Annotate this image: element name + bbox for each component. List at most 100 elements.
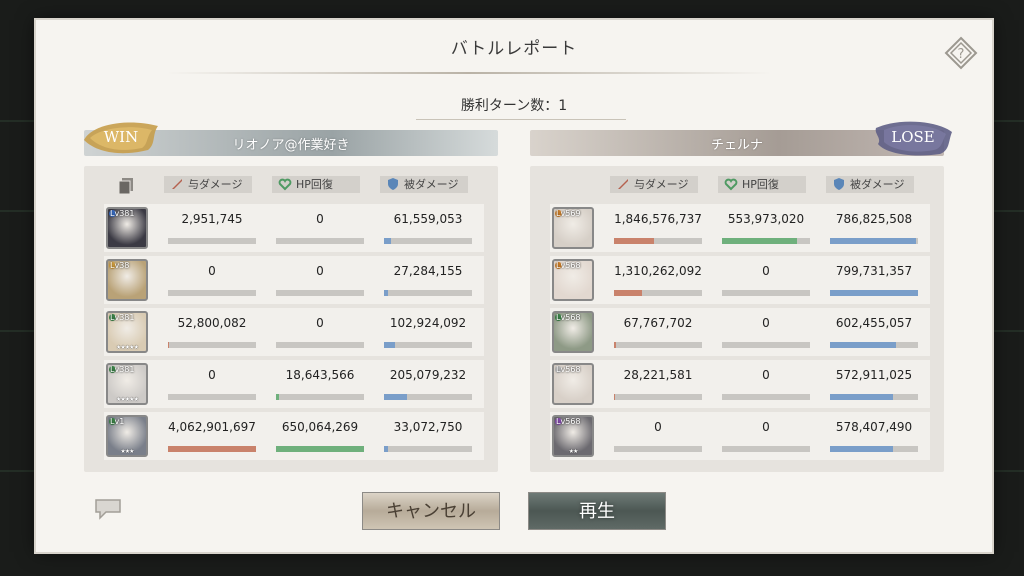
damage-dealt-value: 52,800,082 (177, 316, 247, 330)
unit-level: Lv381 (110, 209, 135, 218)
unit-portrait[interactable]: Lv569 (552, 207, 594, 249)
unit-row: Lv1 ★★★ 4,062,901,697 650,064,269 33,072,750 (104, 412, 484, 460)
damage-taken-header: 被ダメージ (826, 176, 914, 193)
unit-row: Lv568 ★★ 0 0 578,407,490 (550, 412, 930, 460)
unit-portrait[interactable]: Lv568 ★★ (552, 415, 594, 457)
chat-icon[interactable] (94, 498, 122, 520)
damage-taken-value: 33,072,750 (393, 420, 463, 434)
damage-dealt-label: 与ダメージ (188, 178, 243, 191)
battle-report-dialog: バトルレポート ? 勝利ターン数：1 リオノア@作業好き WIN 与ダメージ H… (36, 20, 992, 552)
unit-level: Lv568 (556, 365, 581, 374)
hp-recovery-label: HP回復 (742, 178, 779, 191)
damage-dealt-value: 67,767,702 (623, 316, 693, 330)
damage-taken-bar (830, 238, 918, 244)
damage-dealt-bar (168, 238, 256, 244)
unit-row: Lv381 ★★★★★ 0 18,643,566 205,079,232 (104, 360, 484, 408)
unit-level: Lv381 (110, 365, 135, 374)
unit-level: Lv381 (110, 313, 135, 322)
damage-dealt-value: 1,846,576,737 (614, 212, 702, 226)
copy-icon[interactable] (117, 177, 135, 195)
lose-badge: LOSE (870, 116, 956, 158)
hp-recovery-bar (276, 446, 364, 452)
unit-portrait[interactable]: Lv381 ★★★★★ (106, 363, 148, 405)
hp-recovery-value: 650,064,269 (281, 420, 359, 434)
hp-recovery-value: 0 (762, 316, 770, 330)
unit-portrait[interactable]: Lv381 ★★★★★ (106, 311, 148, 353)
heart-icon (724, 177, 738, 191)
damage-taken-value: 799,731,357 (835, 264, 913, 278)
damage-dealt-bar (614, 342, 702, 348)
unit-portrait[interactable]: Lv1 ★★★ (106, 415, 148, 457)
unit-stars: ★★★ (120, 448, 134, 455)
hp-recovery-value: 0 (762, 420, 770, 434)
unit-level: Lv568 (556, 417, 581, 426)
hp-recovery-bar (722, 446, 810, 452)
hp-recovery-bar (276, 394, 364, 400)
dialog-title: バトルレポート (450, 39, 578, 59)
hp-recovery-bar (276, 290, 364, 296)
damage-dealt-bar (168, 446, 256, 452)
damage-taken-bar (830, 290, 918, 296)
unit-portrait[interactable]: Lv568 (552, 363, 594, 405)
unit-level: Lv38 (110, 261, 130, 270)
hp-recovery-bar (722, 342, 810, 348)
hp-recovery-value: 553,973,020 (727, 212, 805, 226)
cancel-button[interactable]: キャンセル (362, 492, 500, 530)
unit-row: Lv381 ★★★★★ 52,800,082 0 102,924,092 (104, 308, 484, 356)
unit-row: Lv568 67,767,702 0 602,455,057 (550, 308, 930, 356)
damage-dealt-bar (614, 238, 702, 244)
damage-taken-value: 602,455,057 (835, 316, 913, 330)
unit-row: Lv569 1,846,576,737 553,973,020 786,825,508 (550, 204, 930, 252)
unit-portrait[interactable]: Lv38 (106, 259, 148, 301)
hp-recovery-label: HP回復 (296, 178, 333, 191)
damage-dealt-value: 0 (208, 368, 216, 382)
sword-icon (616, 177, 630, 191)
damage-taken-value: 61,559,053 (393, 212, 463, 226)
unit-portrait[interactable]: Lv381 (106, 207, 148, 249)
title-divider (166, 72, 772, 74)
unit-row: Lv381 2,951,745 0 61,559,053 (104, 204, 484, 252)
damage-taken-label: 被ダメージ (850, 178, 905, 191)
damage-taken-bar (830, 446, 918, 452)
lose-label: LOSE (891, 128, 935, 146)
hp-recovery-value: 0 (762, 368, 770, 382)
unit-level: Lv568 (556, 261, 581, 270)
damage-dealt-value: 4,062,901,697 (168, 420, 256, 434)
hp-recovery-value: 0 (316, 264, 324, 278)
hp-recovery-value: 18,643,566 (285, 368, 355, 382)
unit-level: Lv569 (556, 209, 581, 218)
damage-taken-bar (384, 394, 472, 400)
hp-recovery-bar (722, 290, 810, 296)
unit-row: Lv568 28,221,581 0 572,911,025 (550, 360, 930, 408)
hp-recovery-value: 0 (762, 264, 770, 278)
damage-dealt-bar (614, 394, 702, 400)
damage-taken-bar (830, 342, 918, 348)
damage-taken-value: 102,924,092 (389, 316, 467, 330)
turn-divider (416, 119, 626, 120)
replay-button[interactable]: 再生 (528, 492, 666, 530)
svg-text:?: ? (958, 47, 965, 62)
winner-side: リオノア@作業好き WIN 与ダメージ HP回復 被ダメージ Lv381 2,9… (84, 122, 498, 472)
damage-dealt-bar (614, 446, 702, 452)
damage-taken-label: 被ダメージ (404, 178, 459, 191)
damage-taken-value: 205,079,232 (389, 368, 467, 382)
damage-dealt-header: 与ダメージ (610, 176, 698, 193)
unit-portrait[interactable]: Lv568 (552, 259, 594, 301)
unit-row: Lv38 0 0 27,284,155 (104, 256, 484, 304)
heart-icon (278, 177, 292, 191)
damage-dealt-bar (614, 290, 702, 296)
damage-taken-bar (384, 290, 472, 296)
damage-taken-value: 786,825,508 (835, 212, 913, 226)
victory-turns: 勝利ターン数：1 (460, 98, 568, 114)
damage-taken-value: 578,407,490 (835, 420, 913, 434)
winner-stats-panel: 与ダメージ HP回復 被ダメージ Lv381 2,951,745 0 61,559,0… (84, 166, 498, 472)
win-badge: WIN (78, 116, 164, 158)
damage-taken-bar (384, 342, 472, 348)
help-icon[interactable]: ? (944, 36, 978, 70)
shield-icon (386, 177, 400, 191)
hp-recovery-bar (722, 238, 810, 244)
hp-recovery-bar (276, 238, 364, 244)
win-label: WIN (103, 128, 139, 146)
hp-recovery-value: 0 (316, 316, 324, 330)
unit-portrait[interactable]: Lv568 (552, 311, 594, 353)
